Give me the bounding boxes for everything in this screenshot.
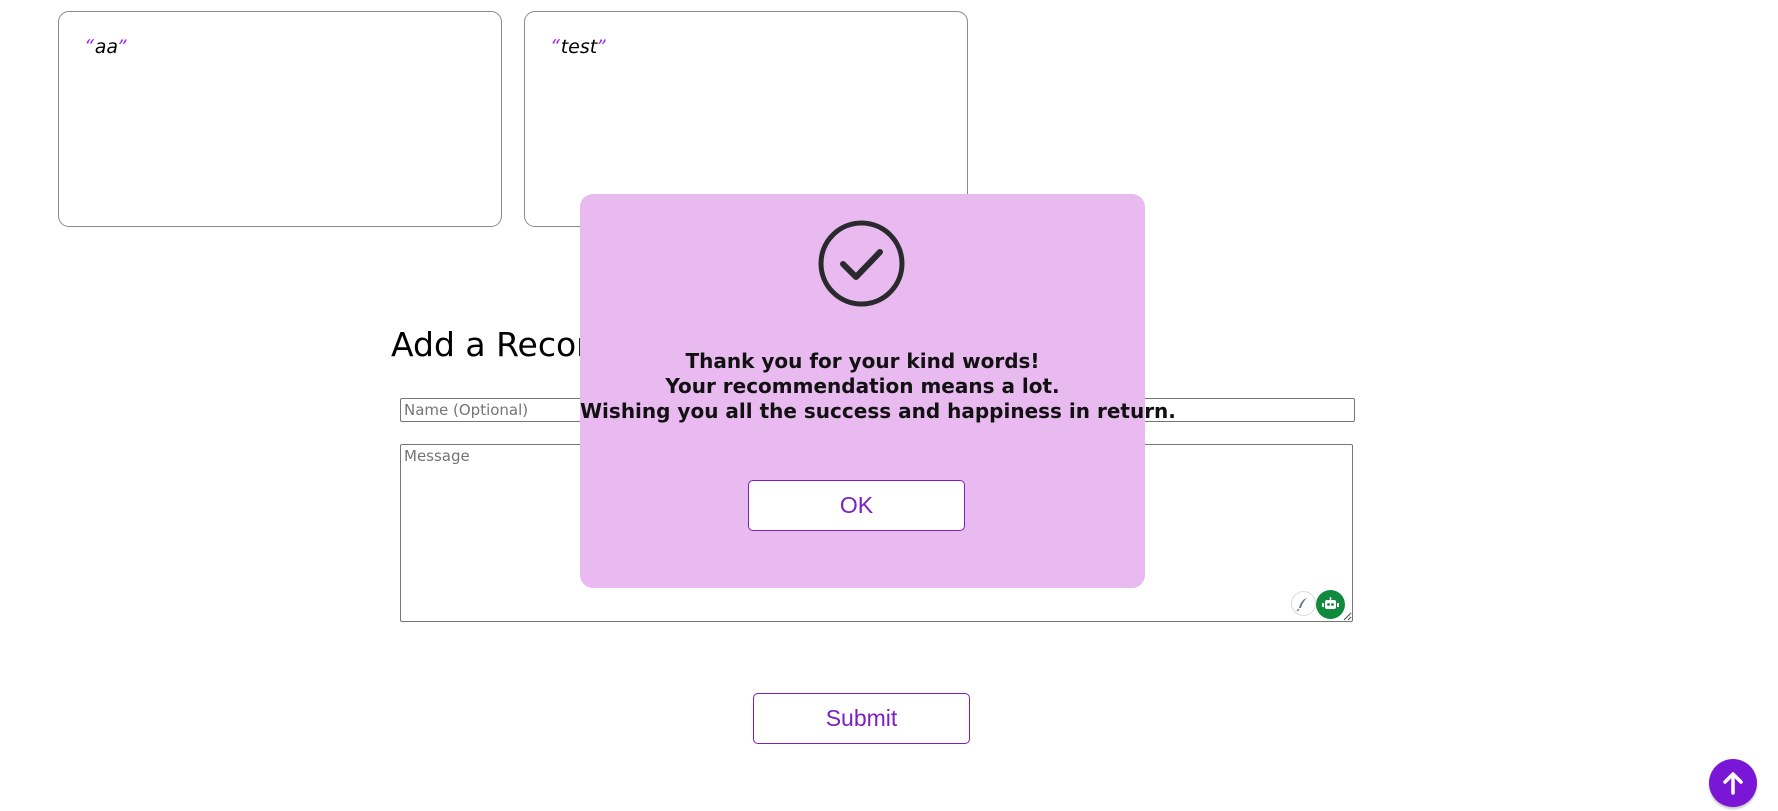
close-quote: ” <box>597 36 607 58</box>
feather-icon[interactable] <box>1291 591 1316 616</box>
recommendation-text: “aa” <box>85 36 128 58</box>
ok-button[interactable]: OK <box>748 480 965 531</box>
resize-grip-icon[interactable] <box>1342 611 1352 621</box>
modal-line-1: Thank you for your kind words! <box>685 349 1040 373</box>
recommendation-body: test <box>560 36 598 58</box>
extension-icons <box>1291 590 1347 619</box>
scroll-to-top-button[interactable] <box>1709 759 1757 807</box>
recommendation-text: “test” <box>551 36 607 58</box>
modal-line-2: Your recommendation means a lot. <box>665 374 1060 398</box>
arrow-up-icon <box>1723 772 1743 795</box>
close-quote: ” <box>118 36 128 58</box>
success-modal: Thank you for your kind words! Your reco… <box>580 194 1176 588</box>
bot-icon[interactable] <box>1316 590 1345 619</box>
check-circle-icon <box>818 220 905 307</box>
recommendation-body: aa <box>94 36 119 58</box>
open-quote: “ <box>85 36 95 58</box>
modal-line-3: Wishing you all the success and happines… <box>580 399 1176 423</box>
submit-button[interactable]: Submit <box>753 693 970 744</box>
modal-message: Thank you for your kind words! Your reco… <box>580 349 1176 424</box>
recommendation-card: “aa” <box>58 11 502 227</box>
open-quote: “ <box>551 36 561 58</box>
